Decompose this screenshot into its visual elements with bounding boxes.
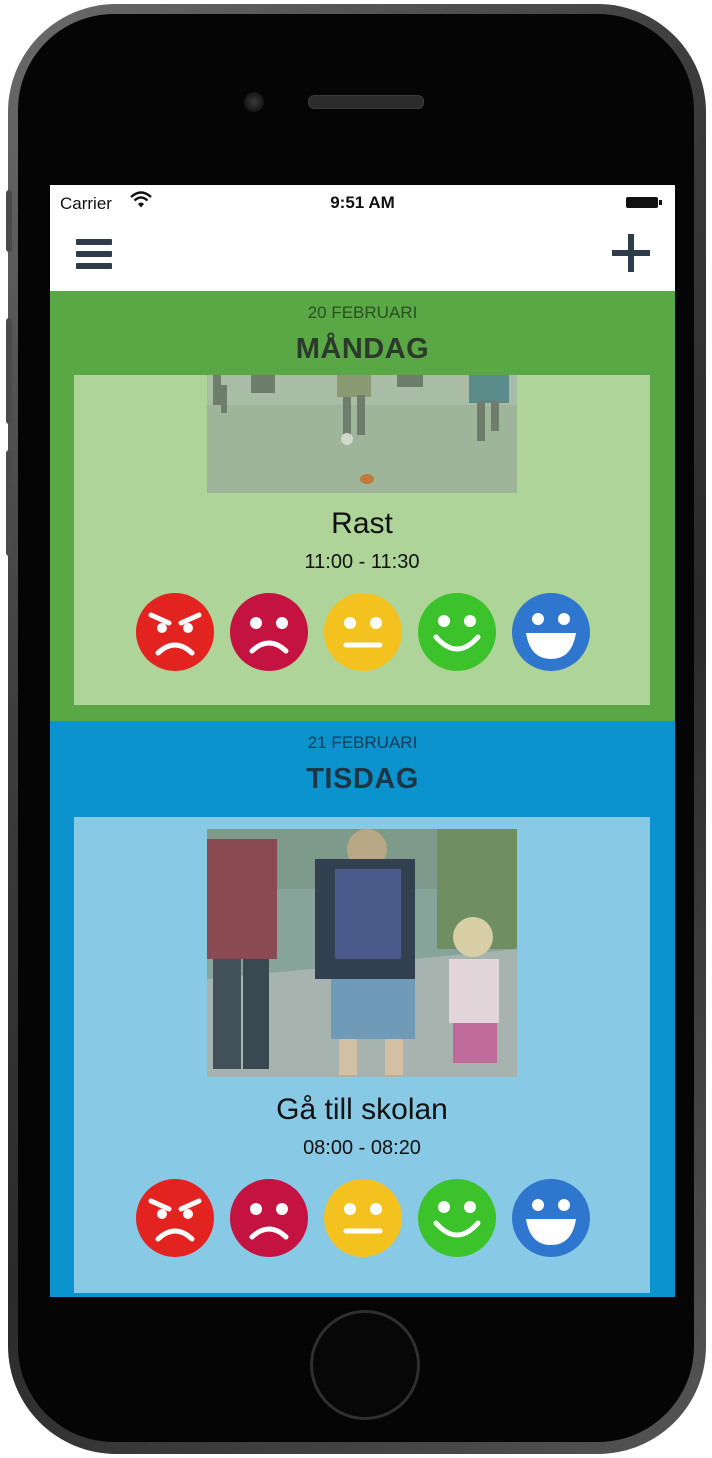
very-happy-face-icon[interactable]	[512, 593, 590, 671]
mood-selector	[136, 593, 592, 671]
hamburger-menu-icon[interactable]	[76, 239, 112, 269]
sad-face-icon[interactable]	[230, 1179, 308, 1257]
day-weekday: MÅNDAG	[295, 333, 430, 365]
activity-title: Rast	[331, 507, 393, 540]
day-weekday: TISDAG	[306, 763, 419, 795]
activity-card-rast[interactable]: Rast 11:00 - 11:30	[74, 375, 650, 705]
angry-face-icon[interactable]	[136, 1179, 214, 1257]
battery-icon	[626, 197, 662, 208]
mute-switch	[6, 190, 12, 252]
activity-photo-walking-to-school	[207, 829, 517, 1077]
activity-time: 08:00 - 08:20	[303, 1137, 421, 1159]
activity-card-ga-till-skolan[interactable]: Gå till skolan 08:00 - 08:20	[74, 817, 650, 1293]
add-activity-plus-icon[interactable]	[612, 234, 650, 272]
neutral-face-icon[interactable]	[324, 1179, 402, 1257]
angry-face-icon[interactable]	[136, 593, 214, 671]
activity-photo-playground	[207, 375, 517, 493]
mood-selector	[136, 1179, 592, 1257]
activity-title: Gå till skolan	[276, 1093, 448, 1126]
home-button[interactable]	[310, 1310, 420, 1420]
activity-time: 11:00 - 11:30	[304, 551, 420, 573]
volume-down-button	[6, 450, 12, 556]
volume-up-button	[6, 318, 12, 424]
earpiece-speaker	[308, 95, 424, 109]
very-happy-face-icon[interactable]	[512, 1179, 590, 1257]
clock: 9:51 AM	[330, 193, 395, 212]
happy-face-icon[interactable]	[418, 593, 496, 671]
navigation-bar	[50, 221, 675, 291]
front-camera	[244, 92, 264, 112]
day-date: 20 FEBRUARI	[307, 303, 418, 322]
day-date: 21 FEBRUARI	[307, 733, 418, 752]
day-section-monday: 20 FEBRUARI MÅNDAG Rast 11:00 - 11:30	[50, 291, 675, 721]
screen: Carrier 9:51 AM 20 FEBRUARI MÅNDAG Rast …	[50, 185, 675, 1297]
happy-face-icon[interactable]	[418, 1179, 496, 1257]
neutral-face-icon[interactable]	[324, 593, 402, 671]
status-bar: Carrier 9:51 AM	[50, 185, 675, 221]
day-section-tuesday: 21 FEBRUARI TISDAG Gå till skolan 08:00 …	[50, 721, 675, 1297]
sad-face-icon[interactable]	[230, 593, 308, 671]
